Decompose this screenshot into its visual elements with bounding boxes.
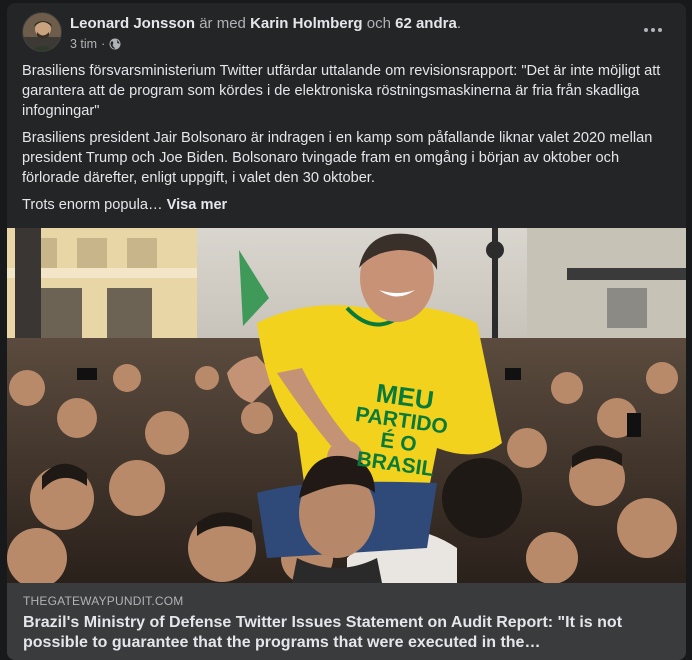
post-paragraph-truncated: Trots enorm popula… Visa mer <box>22 197 228 213</box>
tagged-others[interactable]: 62 andra <box>395 15 457 32</box>
post-photo[interactable]: MEU PARTIDO É O BRASIL <box>7 228 686 583</box>
post-card: Leonard Jonsson är med Karin Holmberg oc… <box>7 3 686 660</box>
link-preview[interactable]: THEGATEWAYPUNDIT.COM Brazil's Ministry o… <box>7 583 686 660</box>
post-header: Leonard Jonsson är med Karin Holmberg oc… <box>22 12 671 54</box>
author-name[interactable]: Leonard Jonsson <box>70 15 195 32</box>
tagged-person[interactable]: Karin Holmberg <box>250 15 363 32</box>
more-options-icon[interactable] <box>635 18 671 42</box>
and-text: och <box>366 15 391 32</box>
globe-icon[interactable] <box>109 38 121 50</box>
post-paragraph: Brasiliens president Jair Bolsonaro är i… <box>22 130 653 186</box>
post-meta: 3 tim · <box>70 37 121 51</box>
post-time[interactable]: 3 tim <box>70 37 97 51</box>
link-domain: THEGATEWAYPUNDIT.COM <box>23 594 184 608</box>
author-line: Leonard Jonsson är med Karin Holmberg oc… <box>70 15 461 32</box>
post-paragraph: Brasiliens försvarsministerium Twitter u… <box>22 63 661 119</box>
author-line-period: . <box>456 15 461 32</box>
meta-separator: · <box>101 37 106 51</box>
see-more-button[interactable]: Visa mer <box>167 197 228 213</box>
with-text: är med <box>199 15 246 32</box>
post-text: Brasiliens försvarsministerium Twitter u… <box>22 61 670 222</box>
link-title[interactable]: Brazil's Ministry of Defense Twitter Iss… <box>23 613 666 653</box>
avatar[interactable] <box>22 12 62 52</box>
